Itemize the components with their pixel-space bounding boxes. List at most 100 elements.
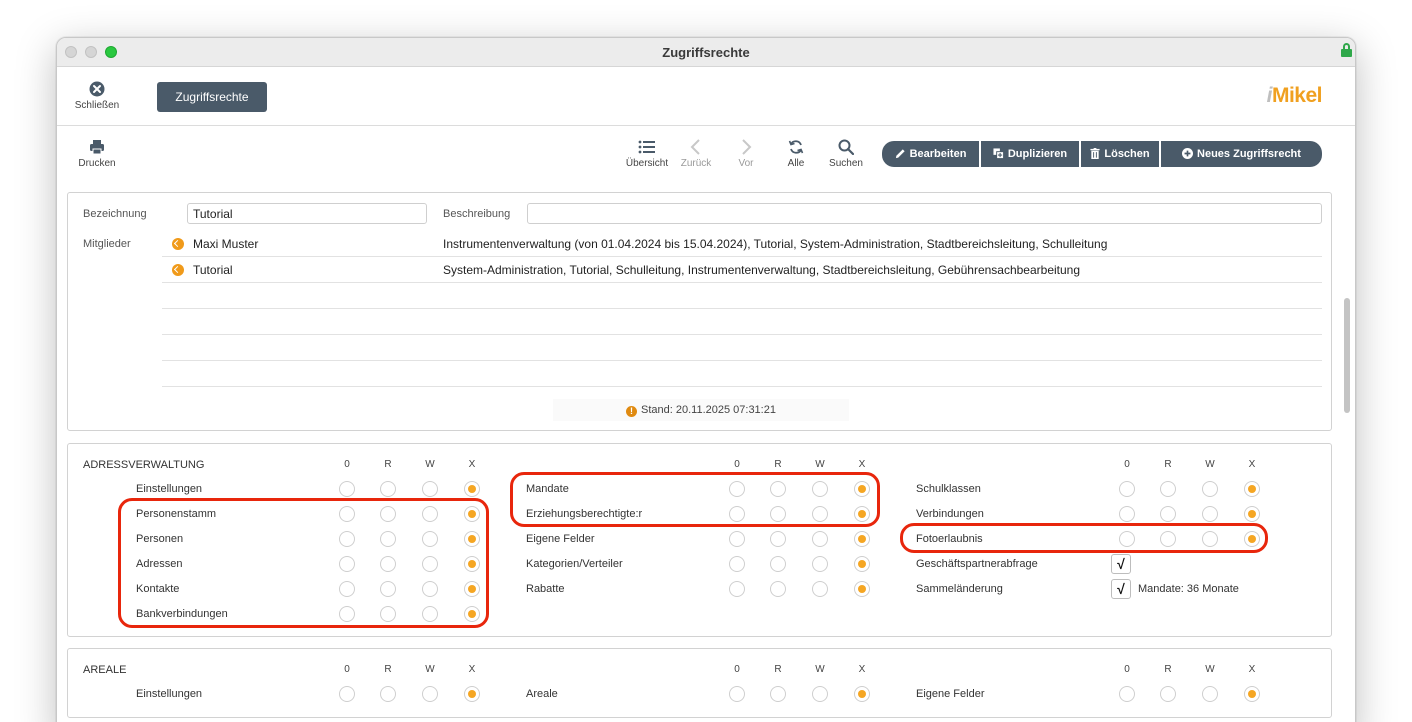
member-name: Tutorial [193,263,233,277]
radio-r[interactable] [380,686,396,702]
back-button[interactable]: Zurück [674,139,718,169]
next-button[interactable]: Vor [724,139,768,169]
radio-0[interactable] [729,531,745,547]
permission-label: Sammeländerung [916,583,1003,595]
tab-zugriffsrechte[interactable]: Zugriffsrechte [157,82,267,112]
radio-0[interactable] [729,556,745,572]
checkbox[interactable]: √ [1111,554,1131,574]
column-header-r: R [1164,459,1172,470]
radio-0[interactable] [729,581,745,597]
checkbox[interactable]: √ [1111,579,1131,599]
bezeichnung-label: Bezeichnung [83,208,147,220]
radio-x[interactable] [854,531,870,547]
radio-x[interactable] [1244,686,1260,702]
radio-w[interactable] [422,686,438,702]
printer-icon [90,140,104,155]
column-header-x: X [468,664,476,675]
column-header-x: X [1248,459,1256,470]
member-row[interactable]: Maxi Muster Instrumentenverwaltung (von … [162,231,1322,257]
print-button[interactable]: Drucken [73,139,121,169]
member-roles: System-Administration, Tutorial, Schulle… [443,263,1081,277]
radio-x[interactable] [854,581,870,597]
permission-label: Geschäftspartnerabfrage [916,558,1038,570]
radio-r[interactable] [770,556,786,572]
scrollbar-thumb[interactable] [1344,298,1350,413]
details-panel: Bezeichnung Tutorial Beschreibung Mitgli… [67,192,1332,431]
open-arrow-icon[interactable] [172,264,184,276]
window-title: Zugriffsrechte [662,45,750,60]
radio-w[interactable] [812,531,828,547]
beschreibung-field[interactable] [527,203,1322,224]
delete-button[interactable]: Löschen [1081,141,1159,167]
beschreibung-label: Beschreibung [443,208,511,220]
radio-0[interactable] [339,481,355,497]
chevron-right-icon [742,139,752,155]
radio-w[interactable] [812,581,828,597]
bezeichnung-field[interactable]: Tutorial [187,203,427,224]
member-row-empty[interactable] [162,361,1322,387]
pencil-icon [895,149,905,159]
radio-w[interactable] [812,686,828,702]
column-header-w: W [815,459,825,470]
radio-x[interactable] [464,481,480,497]
radio-x[interactable] [1244,506,1260,522]
checkbox-note: Mandate: 36 Monate [1138,583,1239,595]
highlight-outline [900,523,1268,553]
permission-label: Rabatte [526,583,565,595]
member-row-empty[interactable] [162,283,1322,309]
column-header-w: W [1205,459,1215,470]
open-arrow-icon[interactable] [172,238,184,250]
radio-w[interactable] [1202,481,1218,497]
radio-r[interactable] [770,581,786,597]
radio-r[interactable] [1160,481,1176,497]
radio-r[interactable] [770,531,786,547]
member-row-empty[interactable] [162,309,1322,335]
highlight-outline [118,498,489,628]
duplicate-button[interactable]: Duplizieren [981,141,1079,167]
radio-0[interactable] [339,686,355,702]
chevron-left-icon [690,139,700,155]
radio-w[interactable] [1202,686,1218,702]
member-row-empty[interactable] [162,335,1322,361]
radio-r[interactable] [1160,506,1176,522]
column-header-0: 0 [1124,459,1130,470]
column-header-w: W [425,459,435,470]
radio-x[interactable] [854,686,870,702]
all-label: Alle [787,158,805,169]
close-label: Schließen [74,100,120,111]
close-button[interactable]: Schließen [73,81,121,111]
radio-0[interactable] [1119,481,1135,497]
permission-label: Einstellungen [136,483,203,495]
column-header-0: 0 [344,459,350,470]
radio-r[interactable] [380,481,396,497]
column-header-0: 0 [344,664,350,675]
member-roles: Instrumentenverwaltung (von 01.04.2024 b… [443,237,1108,251]
radio-r[interactable] [770,686,786,702]
radio-0[interactable] [1119,506,1135,522]
radio-x[interactable] [1244,481,1260,497]
permission-label: Kategorien/Verteiler [526,558,623,570]
toolbar: Drucken Übersicht Zurück Vor Alle Suchen… [57,127,1355,191]
radio-w[interactable] [422,481,438,497]
radio-r[interactable] [1160,686,1176,702]
radio-x[interactable] [464,686,480,702]
search-button[interactable]: Suchen [824,139,868,169]
new-access-right-button[interactable]: Neues Zugriffsrecht [1161,141,1322,167]
imikel-logo: iMikel [1266,84,1323,107]
permission-label: Eigene Felder [916,688,985,700]
column-header-r: R [774,459,782,470]
column-header-r: R [1164,664,1172,675]
trash-icon [1090,148,1100,159]
edit-button[interactable]: Bearbeiten [882,141,979,167]
all-button[interactable]: Alle [774,139,818,169]
mitglieder-label: Mitglieder [83,238,131,250]
radio-w[interactable] [1202,506,1218,522]
overview-button[interactable]: Übersicht [622,139,672,169]
status-timestamp: ! Stand: 20.11.2025 07:31:21 [553,399,849,421]
radio-x[interactable] [854,556,870,572]
member-row[interactable]: Tutorial System-Administration, Tutorial… [162,257,1322,283]
radio-0[interactable] [1119,686,1135,702]
list-icon [638,140,655,154]
radio-w[interactable] [812,556,828,572]
radio-0[interactable] [729,686,745,702]
